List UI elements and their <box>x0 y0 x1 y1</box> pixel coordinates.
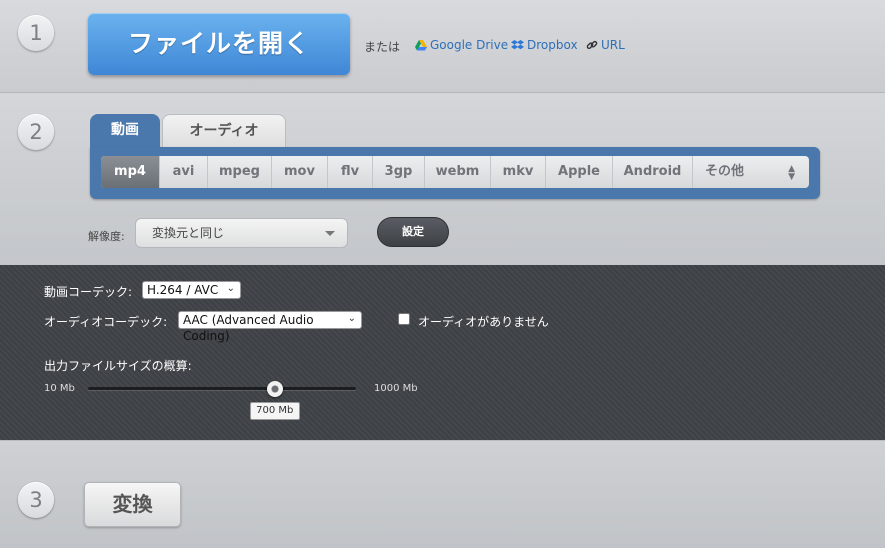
tab-audio[interactable]: オーディオ <box>162 114 286 151</box>
google-drive-label: Google Drive <box>430 38 509 52</box>
chevron-down-icon: ⌄ <box>226 283 235 294</box>
format-mov[interactable]: mov <box>272 156 328 188</box>
step-1-panel: 1 ファイルを開く または Google Drive Dropbox URL <box>0 0 885 93</box>
format-flv[interactable]: flv <box>328 156 373 188</box>
google-drive-icon <box>415 40 427 51</box>
resolution-label: 解像度: <box>88 230 125 243</box>
format-apple[interactable]: Apple <box>546 156 613 188</box>
dropbox-link[interactable]: Dropbox <box>511 38 578 52</box>
format-mkv[interactable]: mkv <box>491 156 546 188</box>
settings-button[interactable]: 設定 <box>377 217 449 247</box>
format-3gp[interactable]: 3gp <box>373 156 425 188</box>
no-audio-label: オーディオがありません <box>418 315 549 329</box>
resolution-value: 変換元と同じ <box>152 226 225 240</box>
format-android[interactable]: Android <box>613 156 693 188</box>
audio-codec-select[interactable]: AAC (Advanced Audio Coding) ⌄ <box>178 311 362 343</box>
file-size-tooltip: 700 Mb <box>249 402 300 420</box>
format-other-label: その他 <box>705 164 745 179</box>
url-link[interactable]: URL <box>586 38 625 52</box>
video-codec-select[interactable]: H.264 / AVC ⌄ <box>142 281 241 299</box>
resolution-select[interactable]: 変換元と同じ <box>135 218 348 248</box>
step-1-badge: 1 <box>18 15 54 51</box>
video-codec-value: H.264 / AVC <box>147 283 219 297</box>
dropbox-label: Dropbox <box>527 38 578 52</box>
url-label: URL <box>601 38 625 52</box>
tab-video[interactable]: 動画 <box>90 114 160 150</box>
audio-codec-label: オーディオコーデック: <box>44 315 168 329</box>
no-audio-checkbox[interactable] <box>398 313 410 325</box>
step-2-badge: 2 <box>18 114 54 150</box>
format-bar: mp4 avi mpeg mov flv 3gp webm mkv Apple … <box>90 147 820 199</box>
format-avi[interactable]: avi <box>160 156 208 188</box>
format-other-dropdown[interactable]: その他 ▲ ▼ <box>693 156 809 188</box>
dropbox-icon <box>511 40 524 50</box>
convert-button[interactable]: 変換 <box>84 482 181 527</box>
format-mp4[interactable]: mp4 <box>101 156 160 188</box>
format-webm[interactable]: webm <box>425 156 491 188</box>
link-icon <box>586 40 598 50</box>
video-codec-label: 動画コーデック: <box>44 285 133 299</box>
google-drive-link[interactable]: Google Drive <box>415 38 508 52</box>
format-list: mp4 avi mpeg mov flv 3gp webm mkv Apple … <box>101 156 809 188</box>
file-size-label: 出力ファイルサイズの概算: <box>44 359 192 373</box>
open-file-button[interactable]: ファイルを開く <box>88 13 350 75</box>
format-mpeg[interactable]: mpeg <box>208 156 272 188</box>
size-max-label: 1000 Mb <box>374 383 418 394</box>
size-min-label: 10 Mb <box>44 383 75 394</box>
caret-down-icon <box>325 231 335 236</box>
step-3-badge: 3 <box>18 482 54 518</box>
updown-arrows-icon: ▲ ▼ <box>788 164 795 182</box>
file-size-slider[interactable] <box>88 387 356 390</box>
or-label: または <box>364 40 401 54</box>
file-size-slider-handle[interactable] <box>266 381 283 397</box>
advanced-settings-panel <box>0 265 885 440</box>
chevron-down-icon: ⌄ <box>347 313 356 324</box>
